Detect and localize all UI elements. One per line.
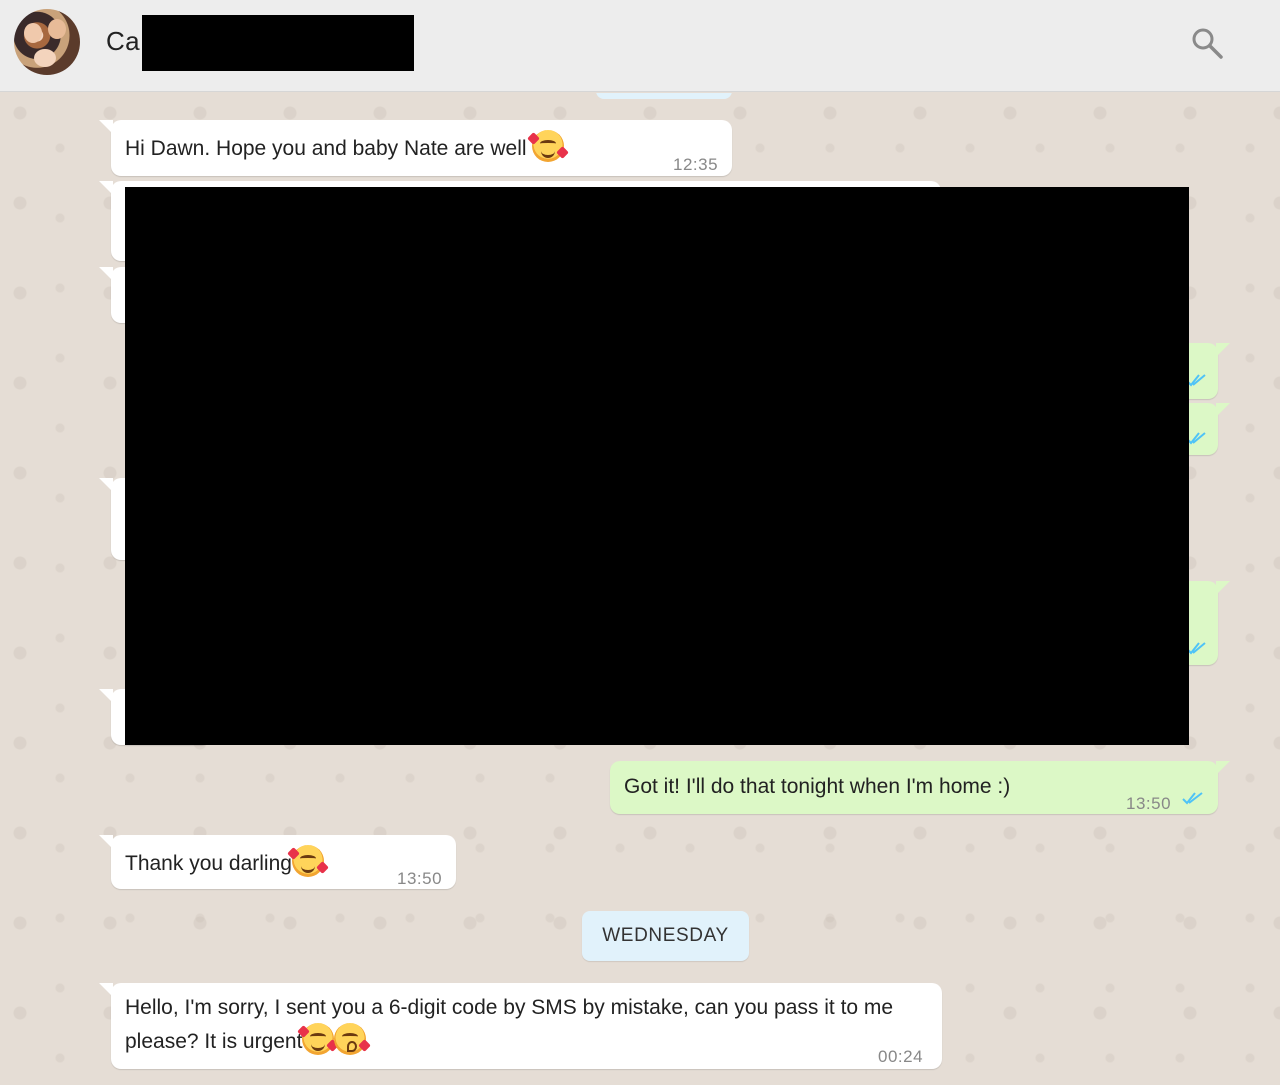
redacted-contact-name bbox=[142, 15, 414, 71]
message-time: 12:35 bbox=[673, 155, 719, 174]
message-incoming[interactable]: Thank you darling 13:50 bbox=[99, 835, 456, 889]
contact-avatar[interactable] bbox=[14, 9, 80, 75]
smiling-face-with-hearts-icon bbox=[297, 1023, 340, 1055]
redacted-messages bbox=[125, 187, 1189, 745]
date-chip-partial bbox=[596, 93, 732, 99]
message-text: Got it! I'll do that tonight when I'm ho… bbox=[624, 775, 1011, 798]
chat-header: Ca bbox=[0, 0, 1280, 92]
face-blowing-a-kiss-icon bbox=[334, 1023, 372, 1055]
double-check-icon bbox=[1182, 792, 1203, 805]
smiling-face-with-hearts-icon bbox=[527, 130, 570, 162]
message-text: Hello, I'm sorry, I sent you a 6-digit c… bbox=[125, 996, 894, 1053]
search-icon[interactable] bbox=[1190, 26, 1224, 60]
message-time: 13:50 bbox=[397, 869, 443, 888]
message-incoming[interactable]: Hi Dawn. Hope you and baby Nate are well… bbox=[99, 120, 732, 176]
message-text: Thank you darling bbox=[125, 852, 292, 875]
double-check-icon bbox=[1186, 374, 1206, 387]
message-text: Hi Dawn. Hope you and baby Nate are well bbox=[125, 137, 527, 160]
double-check-icon bbox=[1186, 642, 1206, 655]
date-separator: WEDNESDAY bbox=[582, 911, 749, 961]
message-incoming[interactable]: Hello, I'm sorry, I sent you a 6-digit c… bbox=[99, 983, 942, 1069]
double-check-icon bbox=[1186, 432, 1206, 445]
message-outgoing[interactable]: Got it! I'll do that tonight when I'm ho… bbox=[610, 761, 1230, 814]
message-list[interactable]: Hi Dawn. Hope you and baby Nate are well… bbox=[0, 93, 1280, 1085]
contact-name[interactable]: Ca bbox=[106, 26, 140, 57]
message-time: 13:50 bbox=[1126, 794, 1172, 813]
smiling-face-with-hearts-icon bbox=[287, 845, 329, 877]
message-time: 00:24 bbox=[878, 1047, 924, 1066]
